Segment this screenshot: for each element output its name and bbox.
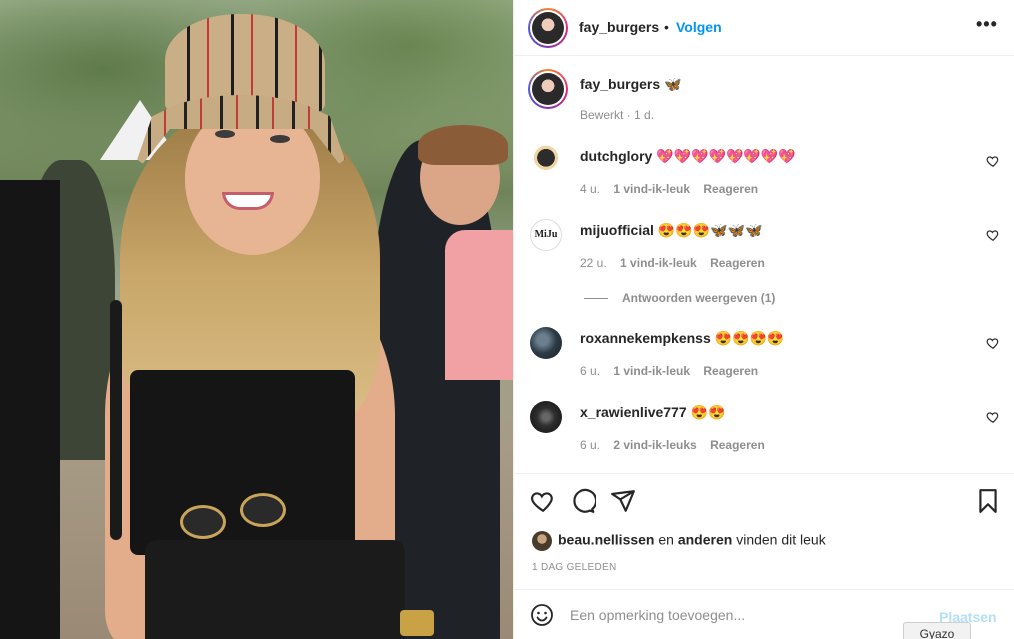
author-username[interactable]: fay_burgers (579, 19, 659, 35)
author-avatar[interactable] (528, 8, 568, 48)
reply-button[interactable]: Reageren (703, 364, 758, 378)
bookmark-icon[interactable] (975, 488, 1001, 514)
photo-person-eye (215, 130, 235, 138)
photo-bg-person (0, 180, 60, 639)
comment-likes[interactable]: 1 vind-ik-leuk (613, 364, 690, 378)
photo-watch (400, 610, 434, 636)
share-icon[interactable] (610, 488, 636, 514)
comment-time[interactable]: 6 u. (580, 364, 600, 378)
emoji-icon[interactable] (530, 603, 554, 627)
view-replies-label: Antwoorden weergeven (1) (622, 291, 776, 305)
comment-time[interactable]: 6 u. (580, 438, 600, 452)
follow-button[interactable]: Volgen (676, 19, 722, 35)
comment-body: 😍😍 (690, 404, 726, 420)
comment-time[interactable]: 4 u. (580, 182, 600, 196)
comments-list[interactable]: fay_burgers 🦋 Bewerkt · 1 d. dutchglory … (514, 57, 1014, 473)
comment-meta: 22 u. 1 vind-ik-leuk Reageren (580, 256, 775, 270)
caption-body: 🦋 (664, 76, 682, 92)
comment-heart-icon[interactable] (986, 228, 1000, 242)
comment-text: mijuofficial 😍😍😍🦋🦋🦋 (580, 221, 762, 239)
liker-username[interactable]: beau.nellissen (558, 532, 654, 548)
comment-avatar[interactable]: MiJu (530, 219, 562, 251)
comment-username[interactable]: roxannekempkenss (580, 330, 711, 346)
replies-line (584, 298, 608, 300)
post-date[interactable]: 1 DAG GELEDEN (532, 562, 616, 573)
comment-icon[interactable] (570, 488, 596, 514)
photo-bag-strap (110, 300, 122, 540)
photo-black-skirt (145, 540, 405, 639)
post-photo[interactable] (0, 0, 513, 639)
comment-username[interactable]: dutchglory (580, 148, 652, 164)
comment-text: x_rawienlive777 😍😍 (580, 403, 725, 421)
comment-username[interactable]: mijuofficial (580, 222, 654, 238)
photo-bg-person (445, 230, 513, 380)
comment-avatar[interactable] (530, 327, 562, 359)
comment-heart-icon[interactable] (986, 154, 1000, 168)
more-icon[interactable]: ••• (976, 14, 998, 35)
comment-likes[interactable]: 1 vind-ik-leuk (613, 182, 690, 196)
comment-meta: 6 u. 1 vind-ik-leuk Reageren (580, 364, 768, 378)
photo-sunglasses-lens (240, 493, 286, 527)
view-replies-button[interactable]: Antwoorden weergeven (1) (584, 291, 775, 305)
comment-heart-icon[interactable] (986, 410, 1000, 424)
comment-time[interactable]: 22 u. (580, 256, 607, 270)
post-side-panel: fay_burgers • Volgen ••• fay_burgers 🦋 B… (513, 0, 1014, 639)
caption-text: fay_burgers 🦋 (580, 75, 681, 93)
comment-input[interactable] (570, 602, 930, 628)
comment-avatar[interactable] (530, 401, 562, 433)
heart-icon[interactable] (530, 488, 556, 514)
comment-meta: 4 u. 1 vind-ik-leuk Reageren (580, 182, 768, 196)
comment-meta: 6 u. 2 vind-ik-leuks Reageren (580, 438, 775, 452)
likes-connector: en (658, 531, 674, 548)
caption-avatar[interactable] (528, 69, 568, 109)
comment-heart-icon[interactable] (986, 336, 1000, 350)
comment-username[interactable]: x_rawienlive777 (580, 404, 687, 420)
reply-button[interactable]: Reageren (710, 256, 765, 270)
comment-likes[interactable]: 1 vind-ik-leuk (620, 256, 697, 270)
comment-likes[interactable]: 2 vind-ik-leuks (613, 438, 696, 452)
comment-text: dutchglory 💖💖💖💖💖💖💖💖 (580, 147, 796, 165)
reply-button[interactable]: Reageren (710, 438, 765, 452)
caption-meta: Bewerkt · 1 d. (580, 108, 655, 122)
caption-username[interactable]: fay_burgers (580, 76, 660, 92)
photo-bg-person-hair (418, 125, 508, 165)
photo-sunglasses-lens (180, 505, 226, 539)
comment-body: 😍😍😍😍 (714, 330, 785, 346)
gyazo-button[interactable]: Gyazo (903, 622, 971, 639)
likes-suffix: vinden dit leuk (736, 531, 826, 548)
photo-black-top (130, 370, 355, 555)
comment-avatar[interactable] (530, 145, 562, 177)
reply-button[interactable]: Reageren (703, 182, 758, 196)
photo-person-eye (270, 135, 290, 143)
likes-others[interactable]: anderen (678, 532, 732, 548)
liker-avatar (532, 531, 552, 551)
separator-dot: • (664, 19, 669, 35)
comment-body: 💖💖💖💖💖💖💖💖 (656, 148, 796, 164)
comment-body: 😍😍😍🦋🦋🦋 (657, 222, 763, 238)
post-header: fay_burgers • Volgen ••• (514, 0, 1014, 56)
post-actions: beau.nellissen en anderen vinden dit leu… (514, 473, 1014, 589)
comment-text: roxannekempkenss 😍😍😍😍 (580, 329, 784, 347)
likes-summary[interactable]: beau.nellissen en anderen vinden dit leu… (532, 531, 826, 551)
